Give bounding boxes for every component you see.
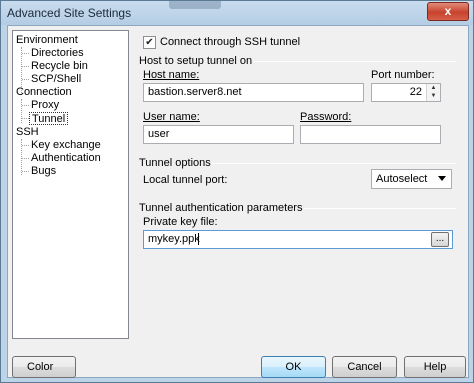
tree-connector xyxy=(22,105,29,106)
user-name-label: User name: xyxy=(143,111,200,123)
title-bar[interactable]: Advanced Site Settings x xyxy=(1,1,473,25)
tree-connector xyxy=(22,158,29,159)
local-tunnel-port-value: Autoselect xyxy=(376,173,428,185)
tree-connector xyxy=(22,171,29,172)
host-name-label: Host name: xyxy=(143,69,200,81)
host-name-input[interactable]: bastion.server8.net xyxy=(143,83,364,102)
port-number-value: 22 xyxy=(409,86,422,98)
port-number-label: Port number: xyxy=(371,69,435,81)
host-group-title: Host to setup tunnel on xyxy=(139,55,253,67)
tree-connector xyxy=(22,145,29,146)
dialog-client-area: Environment Directories Recycle bin SCP/… xyxy=(7,25,469,378)
tree-item-connection[interactable]: Connection xyxy=(16,86,72,99)
password-label: Password: xyxy=(300,111,352,123)
user-name-input[interactable]: user xyxy=(143,125,294,144)
tree-connector xyxy=(22,79,29,80)
connect-ssh-tunnel-label[interactable]: Connect through SSH tunnel xyxy=(160,36,300,48)
tree-item-recycle-bin[interactable]: Recycle bin xyxy=(31,60,88,73)
check-icon: ✔ xyxy=(145,37,154,48)
tree-item-authentication[interactable]: Authentication xyxy=(31,152,101,165)
chevron-down-icon xyxy=(438,176,446,181)
group-separator xyxy=(304,208,456,209)
private-key-file-input[interactable]: mykey.ppk xyxy=(143,230,453,249)
tree-connector xyxy=(22,118,29,119)
private-key-file-value: mykey.ppk xyxy=(148,233,200,245)
browse-key-file-button[interactable]: ... xyxy=(431,232,449,247)
text-caret xyxy=(198,233,199,245)
tree-item-proxy[interactable]: Proxy xyxy=(31,99,59,112)
tunnel-auth-group-title: Tunnel authentication parameters xyxy=(139,202,303,214)
tree-item-key-exchange[interactable]: Key exchange xyxy=(31,139,101,152)
advanced-site-settings-window: Advanced Site Settings x Environment Dir… xyxy=(0,0,474,383)
connect-ssh-tunnel-checkbox[interactable]: ✔ xyxy=(143,36,156,49)
port-number-stepper[interactable]: 22 ▲ ▼ xyxy=(371,83,441,102)
color-dropdown-button[interactable]: Color xyxy=(12,356,76,378)
ok-button[interactable]: OK xyxy=(261,356,326,378)
port-spin-buttons[interactable]: ▲ ▼ xyxy=(426,84,440,101)
tree-item-directories[interactable]: Directories xyxy=(31,47,84,60)
spin-up-icon[interactable]: ▲ xyxy=(427,84,440,92)
close-icon: x xyxy=(444,4,452,18)
spin-down-icon[interactable]: ▼ xyxy=(427,92,440,100)
cancel-button[interactable]: Cancel xyxy=(332,356,397,378)
help-button[interactable]: Help xyxy=(404,356,466,378)
password-input[interactable] xyxy=(300,125,441,144)
tree-item-bugs[interactable]: Bugs xyxy=(31,165,56,178)
tree-item-environment[interactable]: Environment xyxy=(16,34,78,47)
local-tunnel-port-select[interactable]: Autoselect xyxy=(371,169,452,189)
tree-connector xyxy=(21,99,22,123)
color-button-label: Color xyxy=(27,361,54,373)
window-title: Advanced Site Settings xyxy=(7,6,132,20)
close-button[interactable]: x xyxy=(427,2,469,21)
local-tunnel-port-label: Local tunnel port: xyxy=(143,174,228,186)
background-tab xyxy=(169,1,221,9)
tunnel-options-group-title: Tunnel options xyxy=(139,157,211,169)
private-key-file-label: Private key file: xyxy=(143,216,218,228)
group-separator xyxy=(253,61,456,62)
settings-tree[interactable]: Environment Directories Recycle bin SCP/… xyxy=(12,30,129,339)
tree-item-ssh[interactable]: SSH xyxy=(16,126,39,139)
tree-connector xyxy=(22,66,29,67)
group-separator xyxy=(211,163,456,164)
tree-connector xyxy=(22,53,29,54)
tree-item-tunnel[interactable]: Tunnel xyxy=(29,112,69,125)
tree-item-scp-shell[interactable]: SCP/Shell xyxy=(31,73,81,86)
